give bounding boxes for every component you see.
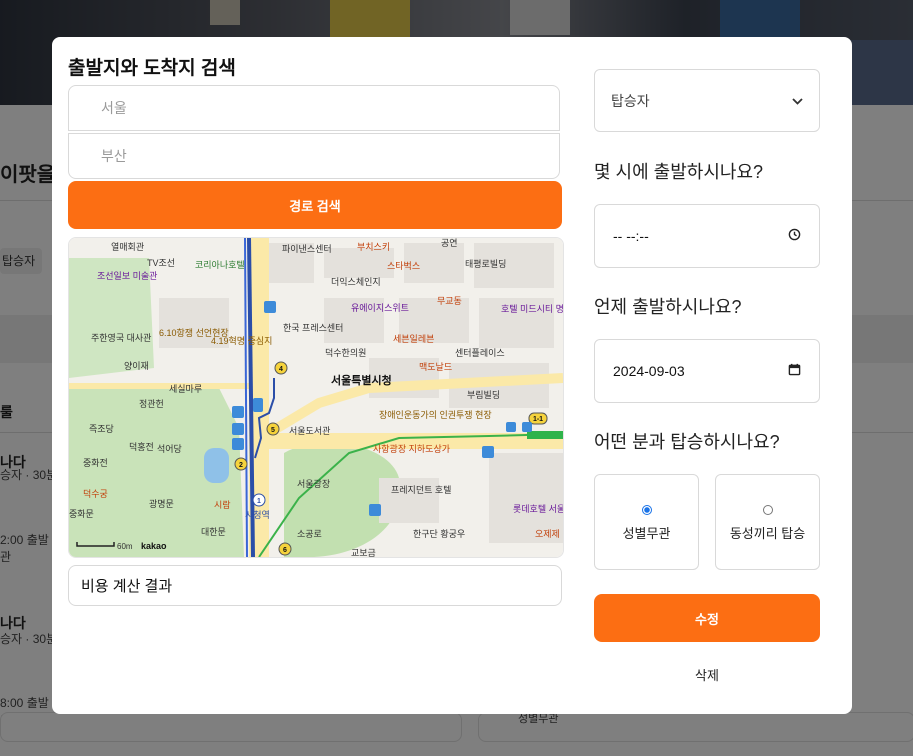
map-label: 석어당 — [157, 444, 182, 454]
map-label: 서울도서관 — [289, 426, 330, 436]
map-label: 더익스체인지 — [331, 276, 381, 287]
map-label: 부치스키 — [357, 241, 390, 252]
map-label: 호텔 미드시티 명동 — [501, 303, 563, 314]
map-label: 덕홍전 — [129, 441, 154, 452]
map-label: 서울특별시청 — [331, 373, 392, 387]
map-label: 조선일보 미술관 — [97, 271, 157, 281]
passenger-select-value: 탑승자 — [611, 92, 650, 109]
map-label: 시청역 — [245, 510, 270, 520]
map-label: 대한문 — [201, 527, 226, 537]
map-label: 교보금 — [351, 548, 376, 557]
gender-option-label: 성별무관 — [622, 526, 671, 541]
delete-button[interactable]: 삭제 — [594, 665, 820, 684]
radio-unselected[interactable] — [763, 505, 773, 515]
line-badge: 1-1 — [533, 416, 543, 423]
origin-input[interactable] — [68, 85, 560, 131]
destination-input[interactable] — [68, 133, 560, 179]
route-map[interactable]: 열매회관 TV조선 코리아나호텔 파이낸스센터 부치스키 스타벅스 공연 태평로… — [68, 237, 564, 558]
map-label: 세실마루 — [169, 384, 202, 394]
map-label: TV조선 — [147, 258, 175, 268]
edit-button[interactable]: 수정 — [594, 594, 820, 642]
map-label: 서울광장 — [297, 478, 330, 489]
map-label: 열매회관 — [111, 242, 144, 252]
calendar-icon[interactable] — [788, 363, 801, 379]
map-label: 사항광장 지하도상가 — [373, 443, 450, 454]
map-provider-logo: kakao — [141, 541, 167, 551]
stop-number: 6 — [283, 547, 287, 554]
map-label: 부림빌딩 — [467, 389, 500, 400]
passenger-select[interactable]: 탑승자 — [594, 69, 820, 132]
map-label: 소공로 — [297, 529, 322, 539]
map-label: 센터플레이스 — [455, 348, 505, 358]
map-label: 태평로빌딩 — [465, 259, 506, 269]
map-label: 프레지던트 호텔 — [391, 484, 451, 495]
map-label: 4.19혁명 중심지 — [211, 336, 272, 346]
map-label: 장애인운동가의 인권투쟁 현장 — [379, 409, 492, 420]
map-label: 오제제 — [535, 529, 560, 539]
stop-number: 5 — [271, 427, 275, 434]
map-label: 양이재 — [124, 361, 149, 371]
stop-number: 2 — [239, 462, 243, 469]
map-label: 세븐일레븐 — [393, 334, 434, 344]
gender-option-any[interactable]: 성별무관 — [594, 474, 699, 570]
departure-time-input[interactable]: -- --:-- — [594, 204, 820, 268]
clock-icon[interactable] — [788, 228, 801, 244]
stop-number: 4 — [279, 366, 283, 373]
departure-date-input[interactable]: 2024-09-03 — [594, 339, 820, 403]
map-label: 유에이지스위트 — [351, 303, 409, 313]
map-label: 덕수궁 — [83, 489, 108, 499]
map-label: 정관헌 — [139, 399, 164, 409]
map-label: 한구단 황궁우 — [413, 529, 465, 539]
departure-time-value: -- --:-- — [613, 228, 649, 244]
map-label: 무교동 — [437, 296, 462, 306]
map-label: 광명문 — [149, 498, 174, 509]
map-canvas[interactable]: 열매회관 TV조선 코리아나호텔 파이낸스센터 부치스키 스타벅스 공연 태평로… — [69, 238, 563, 557]
stop-number: 1 — [257, 498, 261, 505]
route-search-button[interactable]: 경로 검색 — [68, 181, 562, 229]
date-question: 언제 출발하시나요? — [594, 297, 742, 317]
gender-question: 어떤 분과 탑승하시나요? — [594, 432, 780, 452]
map-label: 코리아나호텔 — [195, 259, 245, 270]
map-label: 맥도날드 — [419, 362, 452, 372]
map-label: 중화전 — [83, 458, 108, 468]
map-label: 파이낸스센터 — [282, 244, 332, 254]
map-label: 한국 프레스센터 — [283, 323, 343, 333]
radio-selected[interactable] — [642, 505, 652, 515]
map-label: 중화문 — [69, 509, 94, 519]
map-label: 시람 — [214, 499, 231, 510]
chevron-down-icon — [792, 94, 803, 108]
map-label: 스타벅스 — [387, 261, 420, 271]
route-modal: 출발지와 도착지 검색 경로 검색 — [52, 37, 852, 714]
cost-result: 비용 계산 결과 — [68, 565, 562, 606]
gender-option-same[interactable]: 동성끼리 탑승 — [715, 474, 820, 570]
modal-title: 출발지와 도착지 검색 — [68, 58, 236, 79]
map-label: 주한영국 대사관 — [91, 333, 151, 343]
map-label: 공연 — [441, 238, 458, 248]
time-question: 몇 시에 출발하시나요? — [594, 162, 764, 182]
map-label: 즉조당 — [89, 424, 114, 434]
map-scale-label: 60m — [117, 542, 133, 551]
departure-date-value: 2024-09-03 — [613, 363, 685, 379]
gender-option-label: 동성끼리 탑승 — [729, 526, 806, 541]
map-label: 롯데호텔 서울 — [513, 503, 563, 514]
map-label: 덕수한의원 — [325, 348, 366, 358]
